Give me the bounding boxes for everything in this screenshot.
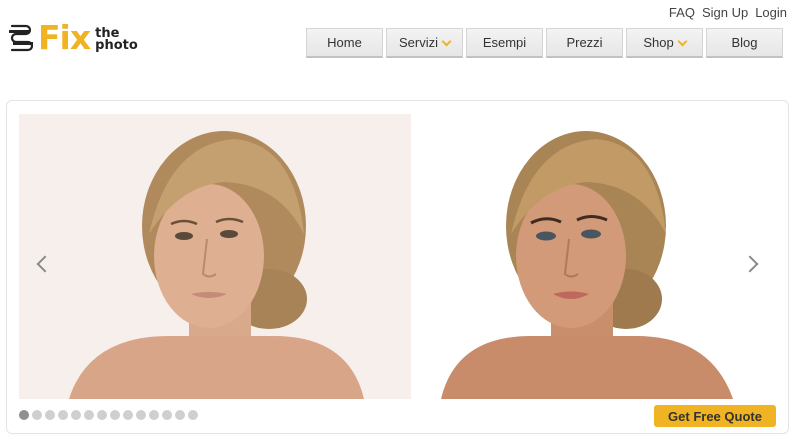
before-photo (19, 114, 411, 399)
before-after-slider: Get Free Quote (6, 100, 789, 434)
logo-line-2: photo (95, 38, 138, 53)
pagination-dot[interactable] (84, 410, 94, 420)
nav-esempi[interactable]: Esempi (466, 28, 543, 58)
logo-subtitle: the photo (95, 27, 138, 53)
pagination-dot[interactable] (97, 410, 107, 420)
nav-prezzi-label: Prezzi (566, 35, 603, 50)
faq-link[interactable]: FAQ (669, 5, 695, 20)
nav-blog[interactable]: Blog (706, 28, 783, 58)
nav-shop[interactable]: Shop (626, 28, 703, 58)
pagination-dot[interactable] (136, 410, 146, 420)
nav-blog-label: Blog (731, 35, 758, 50)
login-link[interactable]: Login (755, 5, 787, 20)
nav-home-label: Home (327, 35, 362, 50)
nav-servizi[interactable]: Servizi (386, 28, 463, 58)
pagination-dot[interactable] (123, 410, 133, 420)
top-links: FAQ Sign Up Login (669, 5, 787, 20)
main-nav: Home Servizi Esempi Prezzi Shop Blog (306, 28, 783, 58)
logo-mark-icon (9, 24, 34, 52)
pagination-dot[interactable] (71, 410, 81, 420)
chevron-down-icon (441, 36, 452, 46)
chevron-down-icon (677, 36, 688, 46)
logo-word: Fix (38, 18, 91, 57)
slider-pagination (19, 410, 198, 420)
sign-up-link[interactable]: Sign Up (702, 5, 748, 20)
pagination-dot[interactable] (45, 410, 55, 420)
nav-prezzi[interactable]: Prezzi (546, 28, 623, 58)
pagination-dot[interactable] (19, 410, 29, 420)
nav-esempi-label: Esempi (482, 35, 527, 50)
get-free-quote-button[interactable]: Get Free Quote (654, 405, 776, 427)
pagination-dot[interactable] (162, 410, 172, 420)
after-photo (411, 114, 773, 399)
nav-home[interactable]: Home (306, 28, 383, 58)
pagination-dot[interactable] (110, 410, 120, 420)
pagination-dot[interactable] (32, 410, 42, 420)
site-logo[interactable]: Fix the photo (6, 18, 138, 58)
pagination-dot[interactable] (175, 410, 185, 420)
pagination-dot[interactable] (58, 410, 68, 420)
pagination-dot[interactable] (149, 410, 159, 420)
nav-servizi-label: Servizi (398, 35, 438, 50)
pagination-dot[interactable] (188, 410, 198, 420)
nav-shop-label: Shop (643, 35, 674, 50)
